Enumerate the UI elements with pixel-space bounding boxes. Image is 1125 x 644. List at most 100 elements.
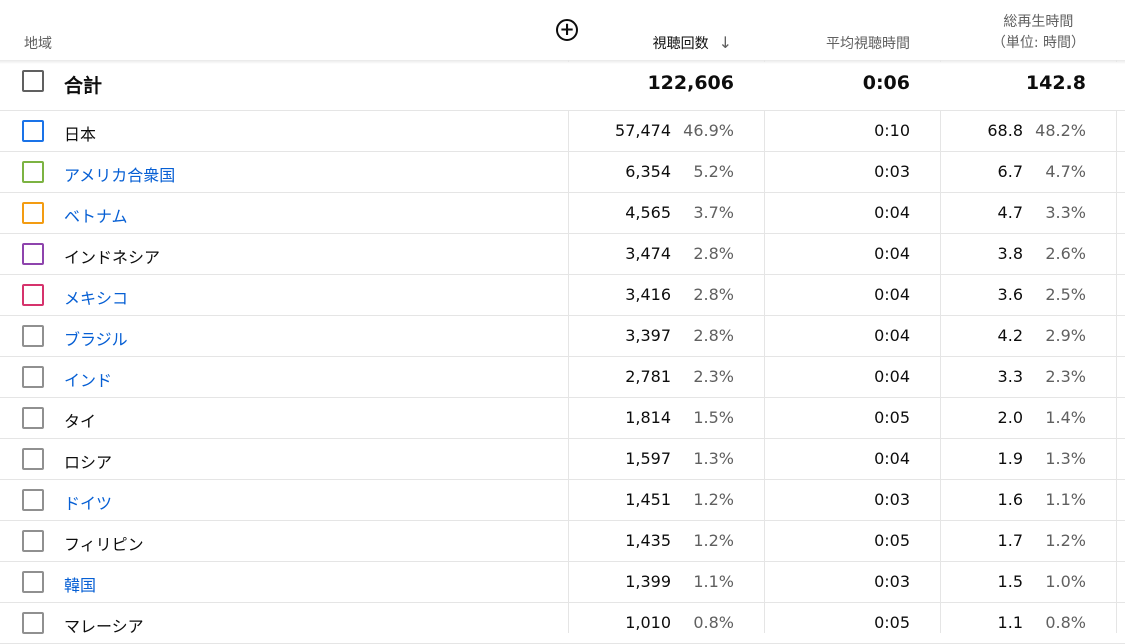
avg-view-value: 0:05: [874, 408, 910, 427]
watch-time-value: 1.9: [997, 449, 1023, 468]
avg-view-value: 0:03: [874, 490, 910, 509]
row-checkbox[interactable]: [22, 612, 44, 634]
watch-time-percent: 1.0%: [1045, 572, 1086, 591]
table-row: メキシコ 3,416 2.8% 0:04 3.6 2.5%: [0, 275, 1125, 316]
watch-time-unit: （単位: 時間）: [991, 35, 1085, 51]
row-checkbox[interactable]: [22, 284, 44, 306]
row-checkbox[interactable]: [22, 530, 44, 552]
sort-arrow-down-icon: ↓: [718, 33, 732, 52]
column-header-watch-time[interactable]: 総再生時間 （単位: 時間）: [992, 12, 1085, 54]
region-name: インドネシア: [64, 248, 161, 267]
row-checkbox[interactable]: [22, 571, 44, 593]
row-checkbox[interactable]: [22, 366, 44, 388]
views-value: 3,474: [625, 244, 671, 263]
watch-time-percent: 2.5%: [1045, 285, 1086, 304]
watch-time-title: 総再生時間: [1003, 14, 1074, 30]
add-metric-icon[interactable]: +: [556, 19, 578, 41]
table-row: 韓国 1,399 1.1% 0:03 1.5 1.0%: [0, 562, 1125, 603]
table-header: 地域 + 視聴回数 ↓ 平均視聴時間 総再生時間 （単位: 時間）: [0, 0, 1125, 60]
watch-time-value: 1.7: [997, 531, 1023, 550]
row-checkbox[interactable]: [22, 448, 44, 470]
watch-time-value: 1.1: [997, 613, 1023, 632]
region-name: タイ: [64, 412, 97, 431]
region-name[interactable]: ベトナム: [64, 203, 128, 227]
table-row: ブラジル 3,397 2.8% 0:04 4.2 2.9%: [0, 316, 1125, 357]
watch-time-value: 4.7: [997, 203, 1023, 222]
row-checkbox[interactable]: [22, 161, 44, 183]
views-value: 1,399: [625, 572, 671, 591]
avg-view-value: 0:05: [874, 531, 910, 550]
avg-view-value: 0:04: [874, 203, 910, 222]
watch-time-percent: 1.4%: [1045, 408, 1086, 427]
row-checkbox[interactable]: [22, 243, 44, 265]
views-percent: 5.2%: [693, 162, 734, 181]
watch-time-percent: 4.7%: [1045, 162, 1086, 181]
views-percent: 2.8%: [693, 285, 734, 304]
watch-time-value: 1.5: [997, 572, 1023, 591]
avg-view-value: 0:04: [874, 449, 910, 468]
views-value: 1,597: [625, 449, 671, 468]
region-name[interactable]: アメリカ合衆国: [64, 162, 175, 186]
views-percent: 3.7%: [693, 203, 734, 222]
views-percent: 2.8%: [693, 326, 734, 345]
row-checkbox[interactable]: [22, 489, 44, 511]
avg-view-value: 0:03: [874, 162, 910, 181]
avg-view-value: 0:04: [874, 244, 910, 263]
watch-time-value: 1.6: [997, 490, 1023, 509]
avg-view-value: 0:04: [874, 367, 910, 386]
avg-view-value: 0:05: [874, 613, 910, 632]
watch-time-value: 4.2: [997, 326, 1023, 345]
region-name[interactable]: ドイツ: [64, 490, 112, 514]
watch-time-percent: 48.2%: [1035, 121, 1086, 140]
views-percent: 2.3%: [693, 367, 734, 386]
column-header-region[interactable]: 地域: [24, 33, 52, 53]
row-checkbox[interactable]: [22, 407, 44, 429]
row-checkbox[interactable]: [22, 325, 44, 347]
watch-time-value: 3.6: [997, 285, 1023, 304]
table-row: インド 2,781 2.3% 0:04 3.3 2.3%: [0, 357, 1125, 398]
views-percent: 46.9%: [683, 121, 734, 140]
select-all-checkbox[interactable]: [22, 70, 44, 92]
views-percent: 2.8%: [693, 244, 734, 263]
total-label: 合計: [64, 75, 103, 97]
table-row: アメリカ合衆国 6,354 5.2% 0:03 6.7 4.7%: [0, 152, 1125, 193]
watch-time-value: 3.8: [997, 244, 1023, 263]
region-name: ロシア: [64, 453, 113, 472]
table-row: ドイツ 1,451 1.2% 0:03 1.6 1.1%: [0, 480, 1125, 521]
table-row: インドネシア 3,474 2.8% 0:04 3.8 2.6%: [0, 234, 1125, 275]
region-name: 日本: [64, 125, 97, 144]
views-value: 6,354: [625, 162, 671, 181]
row-checkbox[interactable]: [22, 202, 44, 224]
views-value: 3,416: [625, 285, 671, 304]
views-percent: 1.2%: [693, 490, 734, 509]
region-name[interactable]: ブラジル: [64, 326, 128, 350]
region-name: フィリピン: [64, 535, 144, 554]
views-value: 1,435: [625, 531, 671, 550]
region-name[interactable]: 韓国: [64, 572, 96, 596]
table-row: 日本 57,474 46.9% 0:10 68.8 48.2%: [0, 111, 1125, 152]
watch-time-value: 2.0: [997, 408, 1023, 427]
avg-view-value: 0:03: [874, 572, 910, 591]
table-row: ロシア 1,597 1.3% 0:04 1.9 1.3%: [0, 439, 1125, 480]
total-row: 合計 122,606 0:06 142.8: [0, 62, 1125, 111]
header-shadow: [0, 60, 1125, 64]
watch-time-percent: 2.3%: [1045, 367, 1086, 386]
views-value: 1,010: [625, 613, 671, 632]
row-checkbox[interactable]: [22, 120, 44, 142]
views-value: 1,814: [625, 408, 671, 427]
views-value: 57,474: [615, 121, 671, 140]
region-name[interactable]: メキシコ: [64, 285, 128, 309]
avg-view-value: 0:10: [874, 121, 910, 140]
table-row: タイ 1,814 1.5% 0:05 2.0 1.4%: [0, 398, 1125, 439]
watch-time-percent: 2.9%: [1045, 326, 1086, 345]
views-percent: 1.2%: [693, 531, 734, 550]
views-percent: 1.5%: [693, 408, 734, 427]
watch-time-percent: 2.6%: [1045, 244, 1086, 263]
column-header-avg-view[interactable]: 平均視聴時間: [826, 33, 910, 53]
views-percent: 1.3%: [693, 449, 734, 468]
watch-time-percent: 1.1%: [1045, 490, 1086, 509]
column-header-views[interactable]: 視聴回数 ↓: [653, 33, 732, 53]
total-views: 122,606: [647, 72, 734, 94]
region-name[interactable]: インド: [64, 367, 112, 391]
watch-time-percent: 3.3%: [1045, 203, 1086, 222]
